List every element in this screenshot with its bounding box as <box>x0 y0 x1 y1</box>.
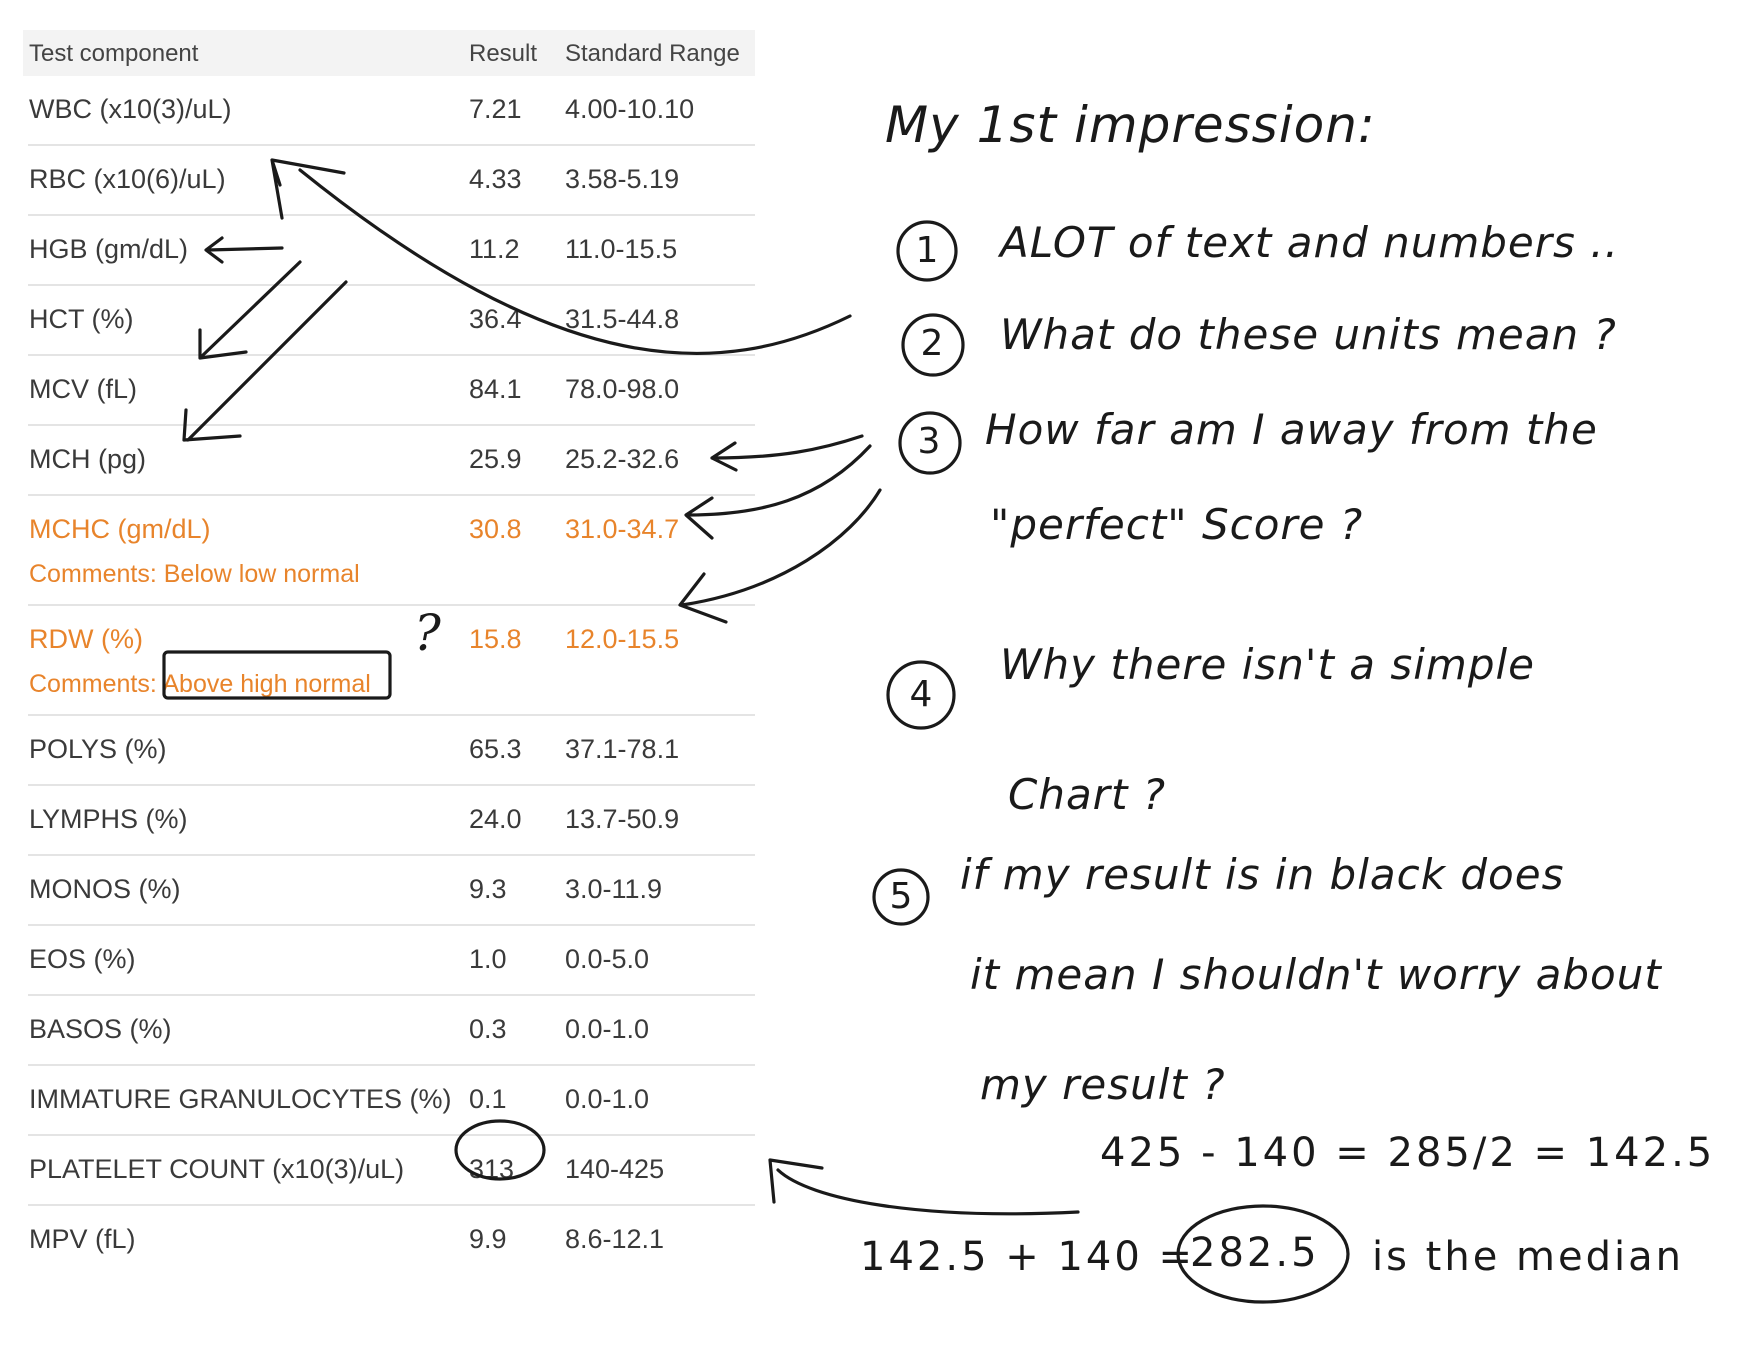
result-cell: 11.2 <box>469 234 520 264</box>
note-1-text: ALOT of text and numbers .. <box>1000 218 1619 267</box>
note-4-text-line2: Chart ? <box>1008 770 1167 819</box>
range-cell: 78.0-98.0 <box>565 374 680 404</box>
result-cell: 9.3 <box>469 874 507 904</box>
calc-median-prefix: 142.5 + 140 = <box>860 1234 1196 1280</box>
calc-median-value: 282.5 <box>1190 1230 1320 1276</box>
table-row: RBC (x10(6)/uL) 4.33 3.58-5.19 <box>28 146 755 216</box>
result-cell: 1.0 <box>469 944 507 974</box>
table-row: RDW (%) 15.8 12.0-15.5 Comments: Above high… <box>28 606 755 716</box>
table-row: MCV (fL) 84.1 78.0-98.0 <box>28 356 755 426</box>
result-cell: 25.9 <box>469 444 522 474</box>
test-name-cell: BASOS (%) <box>29 1014 172 1044</box>
table-row: HCT (%) 36.4 31.5-44.8 <box>28 286 755 356</box>
result-cell: 36.4 <box>469 304 522 334</box>
range-cell: 3.0-11.9 <box>565 874 663 904</box>
table-row: BASOS (%) 0.3 0.0-1.0 <box>28 996 755 1066</box>
test-name-cell: RBC (x10(6)/uL) <box>29 164 226 194</box>
result-cell: 84.1 <box>469 374 522 404</box>
note-5-text-line2: it mean I shouldn't worry about <box>970 950 1662 999</box>
table-body: WBC (x10(3)/uL) 7.21 4.00-10.10 RBC (x10(6)… <box>23 76 755 1274</box>
header-result: Result <box>469 40 538 67</box>
note-5-text-line3: my result ? <box>980 1060 1226 1109</box>
test-name-cell: MCH (pg) <box>29 444 147 474</box>
question-mark-note: ? <box>414 604 441 662</box>
table-row: LYMPHS (%) 24.0 13.7-50.9 <box>28 786 755 856</box>
note-5-text: if my result is in black does <box>960 850 1565 899</box>
test-name-cell: MPV (fL) <box>29 1224 136 1254</box>
range-cell: 37.1-78.1 <box>565 734 680 764</box>
note-4-text: Why there isn't a simple <box>1000 640 1535 689</box>
test-name-cell: HCT (%) <box>29 304 134 334</box>
lab-results-table: Test component Result Standard Range WBC… <box>23 30 755 1274</box>
range-cell: 4.00-10.10 <box>565 94 695 124</box>
notes-title: My 1st impression: <box>885 96 1376 154</box>
test-name-cell: MCV (fL) <box>29 374 137 404</box>
range-cell: 31.0-34.7 <box>565 514 680 544</box>
test-name-cell: PLATELET COUNT (x10(3)/uL) <box>29 1154 405 1184</box>
note-2-text: What do these units mean ? <box>1000 310 1617 359</box>
table-row: WBC (x10(3)/uL) 7.21 4.00-10.10 <box>28 76 755 146</box>
range-cell: 13.7-50.9 <box>565 804 680 834</box>
result-cell: 9.9 <box>469 1224 507 1254</box>
result-cell: 65.3 <box>469 734 522 764</box>
table-row: MCH (pg) 25.9 25.2-32.6 <box>28 426 755 496</box>
table-row: HGB (gm/dL) 11.2 11.0-15.5 <box>28 216 755 286</box>
range-cell: 12.0-15.5 <box>565 624 680 654</box>
note-number-4: 4 <box>909 674 933 715</box>
range-cell: 3.58-5.19 <box>565 164 680 194</box>
note-number-1: 1 <box>915 230 939 271</box>
result-cell: 0.1 <box>469 1084 507 1114</box>
table-row: IMMATURE GRANULOCYTES (%) 0.1 0.0-1.0 <box>28 1066 755 1136</box>
calc-range-half: 425 - 140 = 285/2 = 142.5 <box>1100 1130 1716 1176</box>
test-name-cell: RDW (%) <box>29 624 143 654</box>
result-cell: 7.21 <box>469 94 522 124</box>
arrow-calc-to-platelet <box>768 1158 1080 1216</box>
table-row: EOS (%) 1.0 0.0-5.0 <box>28 926 755 996</box>
test-name-cell: MONOS (%) <box>29 874 181 904</box>
result-cell: 4.33 <box>469 164 522 194</box>
test-name-cell: MCHC (gm/dL) <box>29 514 211 544</box>
table-header: Test component Result Standard Range <box>23 30 755 76</box>
test-name-cell: WBC (x10(3)/uL) <box>29 94 232 124</box>
comment-text: Comments: Below low normal <box>29 560 360 588</box>
table-row: MONOS (%) 9.3 3.0-11.9 <box>28 856 755 926</box>
table-row: PLATELET COUNT (x10(3)/uL) 313 140-425 <box>28 1136 755 1206</box>
test-name-cell: POLYS (%) <box>29 734 167 764</box>
note-3-text-line2: "perfect" Score ? <box>990 500 1364 549</box>
note-3-text: How far am I away from the <box>985 405 1598 454</box>
calc-median-suffix: is the median <box>1372 1234 1684 1280</box>
table-row: MCHC (gm/dL) 30.8 31.0-34.7 Comments: Below… <box>28 496 755 606</box>
test-name-cell: HGB (gm/dL) <box>29 234 189 264</box>
range-cell: 31.5-44.8 <box>565 304 680 334</box>
result-cell: 15.8 <box>469 624 522 654</box>
table-row: MPV (fL) 9.9 8.6-12.1 <box>28 1206 755 1274</box>
result-cell: 30.8 <box>469 514 522 544</box>
range-cell: 140-425 <box>565 1154 665 1184</box>
test-name-cell: EOS (%) <box>29 944 136 974</box>
range-cell: 25.2-32.6 <box>565 444 680 474</box>
note-number-2: 2 <box>920 323 944 364</box>
range-cell: 0.0-5.0 <box>565 944 650 974</box>
range-cell: 0.0-1.0 <box>565 1084 650 1114</box>
header-standard-range: Standard Range <box>565 40 740 67</box>
note-number-3: 3 <box>917 421 941 462</box>
result-cell: 313 <box>469 1154 515 1184</box>
test-name-cell: IMMATURE GRANULOCYTES (%) <box>29 1084 452 1114</box>
table-row: POLYS (%) 65.3 37.1-78.1 <box>28 716 755 786</box>
range-cell: 11.0-15.5 <box>565 234 678 264</box>
range-cell: 0.0-1.0 <box>565 1014 650 1044</box>
comment-text: Comments: Above high normal <box>29 670 371 698</box>
header-test-component: Test component <box>29 40 199 67</box>
note-number-5: 5 <box>889 876 913 917</box>
result-cell: 24.0 <box>469 804 522 834</box>
result-cell: 0.3 <box>469 1014 507 1044</box>
range-cell: 8.6-12.1 <box>565 1224 665 1254</box>
test-name-cell: LYMPHS (%) <box>29 804 188 834</box>
